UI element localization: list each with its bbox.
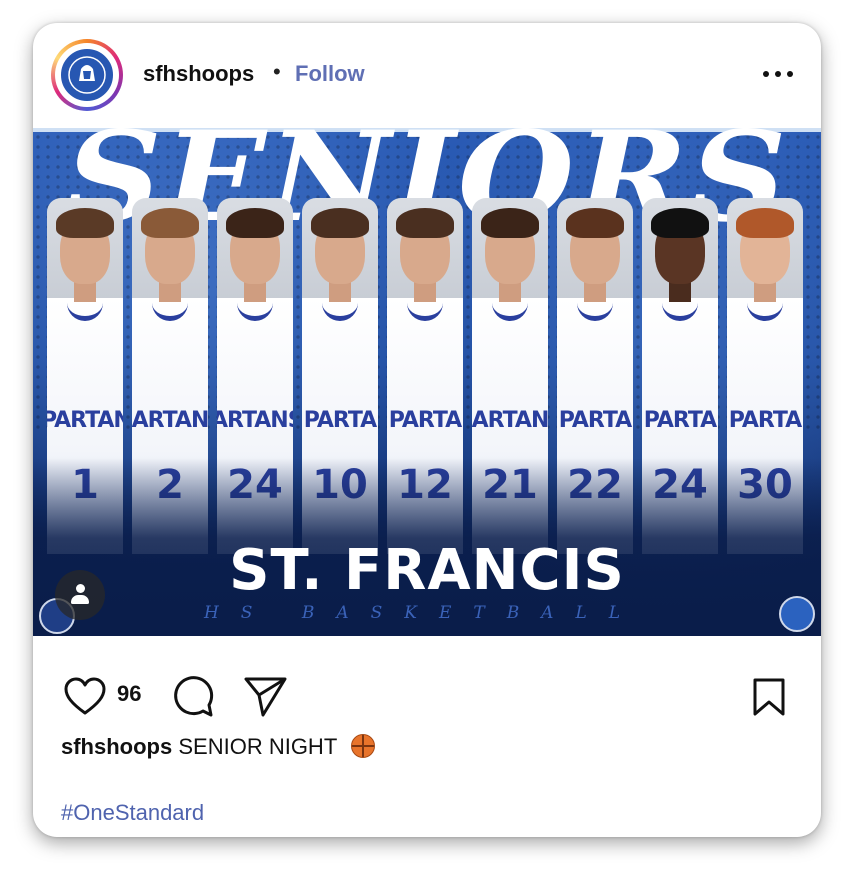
player-hair — [736, 208, 794, 238]
tagged-users-icon[interactable] — [55, 570, 105, 620]
player-hair — [226, 208, 284, 238]
follow-button[interactable]: Follow — [295, 61, 365, 87]
post-username[interactable]: sfhshoops — [143, 61, 254, 87]
caption-username[interactable]: sfhshoops — [61, 734, 172, 759]
post-caption: sfhshoops SENIOR NIGHT — [61, 734, 375, 760]
profile-avatar[interactable] — [51, 39, 123, 111]
user-body — [71, 595, 89, 604]
comment-icon[interactable] — [171, 675, 215, 719]
team-logo-icon — [59, 47, 115, 103]
more-options-icon[interactable] — [761, 67, 795, 81]
user-head — [76, 584, 85, 593]
player-hair — [141, 208, 199, 238]
action-bar: 96 — [33, 663, 821, 723]
jersey-team-text: PARTA — [728, 408, 802, 433]
player-hair — [56, 208, 114, 238]
jersey-team-text: PARTA — [643, 408, 717, 433]
heart-icon[interactable] — [63, 677, 107, 717]
caption-text: SENIOR NIGHT — [178, 734, 337, 759]
team-crest-icon — [779, 596, 815, 632]
send-icon[interactable] — [243, 675, 289, 719]
basketball-icon — [351, 734, 375, 758]
post-image[interactable]: SENIORS PARTAN 1 ARTAN 2 — [33, 128, 821, 636]
jersey-team-text: PARTA — [388, 408, 462, 433]
more-dot — [775, 71, 781, 77]
player-hair — [311, 208, 369, 238]
player-hair — [651, 208, 709, 238]
school-subtitle: HS BASKETBALL — [203, 603, 643, 623]
jersey-team-text: ARTANS — [217, 408, 293, 433]
school-name: ST. FRANCIS — [229, 538, 625, 603]
jersey-team-text: ARTAN — [472, 408, 548, 433]
bookmark-icon[interactable] — [751, 677, 787, 717]
more-dot — [763, 71, 769, 77]
player-hair — [481, 208, 539, 238]
jersey-team-text: ARTAN — [132, 408, 208, 433]
hashtag-link[interactable]: #OneStandard — [61, 800, 204, 826]
jersey-team-text: PARTA — [558, 408, 632, 433]
like-count: 96 — [117, 681, 142, 706]
separator-dot: • — [273, 59, 281, 84]
player-hair — [396, 208, 454, 238]
post-header: sfhshoops • Follow — [33, 23, 821, 127]
ball-seam — [352, 745, 374, 747]
avatar-ring-inner — [55, 43, 119, 107]
jersey-team-text: PARTAN — [47, 408, 123, 433]
more-dot — [787, 71, 793, 77]
post-card: sfhshoops • Follow SENIORS PARTAN 1 — [33, 23, 821, 837]
player-hair — [566, 208, 624, 238]
jersey-team-text: PARTA — [303, 408, 377, 433]
